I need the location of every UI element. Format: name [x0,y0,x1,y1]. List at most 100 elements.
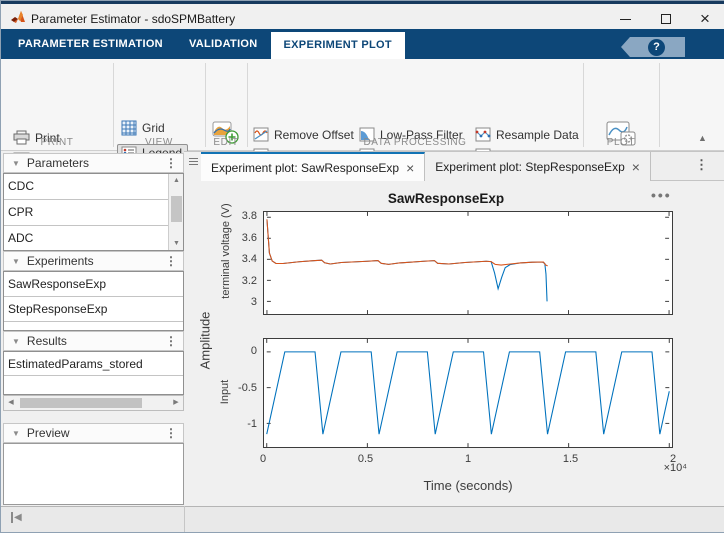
collapse-triangle-icon[interactable]: ▼ [12,337,20,346]
list-item[interactable]: EstimatedParams_stored [4,352,183,376]
parameters-header[interactable]: ▼ Parameters ⋮ [3,153,184,173]
scroll-down-icon[interactable]: ▼ [169,237,184,250]
scroll-up-icon[interactable]: ▲ [169,174,184,187]
y-tick-label: -0.5 [221,382,257,394]
list-item[interactable]: CPR [4,200,183,226]
tab-validation[interactable]: VALIDATION [176,29,271,59]
list-item-empty [4,376,183,395]
app-window: Parameter Estimator - sdoSPMBattery × PA… [0,0,724,533]
results-header[interactable]: ▼ Results ⋮ [3,331,184,351]
collapse-triangle-icon[interactable]: ▼ [12,159,20,168]
x-tick-label: 0 [243,453,283,465]
doc-tab-stepresponseexp[interactable]: Experiment plot: StepResponseExp × [425,152,651,182]
y-tick-label: 0 [221,345,257,357]
xlabel: Time (seconds) [368,478,568,493]
data-processing-section-label: DATA PROCESSING [247,137,583,148]
results-title: Results [27,334,67,348]
print-section-label: PRINT [1,137,113,148]
list-item-empty [4,322,183,330]
collapse-ribbon-icon[interactable]: ▲ [698,133,707,143]
x-tick-label: 2 [653,453,693,465]
list-item[interactable]: ADC [4,226,183,252]
divider [583,63,584,147]
divider [247,63,248,147]
scroll-right-icon[interactable]: ▶ [169,396,183,410]
close-tab-icon[interactable]: × [406,162,414,174]
series-simulated [267,219,548,265]
x-tick-label: 1 [448,453,488,465]
scroll-left-icon[interactable]: ◀ [4,396,18,410]
list-item[interactable]: SawResponseExp [4,272,183,297]
collapse-triangle-icon[interactable]: ▼ [12,257,20,266]
maximize-button[interactable] [651,10,681,28]
tab-parameter-estimation[interactable]: PARAMETER ESTIMATION [5,29,176,59]
parameters-list: CDC CPR ADC ▲ ▼ [3,173,184,251]
ribbon-toolbar: Print Print To Figure PRINT Grid Legend … [1,59,724,151]
preview-header[interactable]: ▼ Preview ⋮ [3,423,184,443]
grid-label: Grid [142,121,165,135]
bottom-axes [263,338,673,448]
close-button[interactable]: × [690,10,720,28]
close-icon: × [700,9,710,29]
figure-options-button[interactable]: ••• [651,187,672,203]
experiments-title: Experiments [27,254,94,268]
collapse-browser-icon[interactable]: ◀ [11,512,22,523]
y-tick-label: 3 [221,296,257,308]
list-item[interactable]: CDC [4,174,183,200]
y-tick-label: 3.8 [221,210,257,222]
scrollbar-thumb[interactable] [20,398,142,408]
preview-box [3,443,184,505]
y-tick-label: 3.6 [221,232,257,244]
experiments-header[interactable]: ▼ Experiments ⋮ [3,251,184,271]
kebab-menu-icon[interactable]: ⋮ [165,156,177,170]
status-bar [1,506,724,532]
plot-section-label: PLOT [583,137,659,148]
tab-experiment-plot[interactable]: EXPERIMENT PLOT [271,32,405,59]
help-badge: ? [621,37,685,57]
figure-title: SawResponseExp [336,191,556,206]
y-tick-label: -1 [221,418,257,430]
view-section-label: VIEW [113,137,205,148]
document-tab-bar: Experiment plot: SawResponseExp × Experi… [201,151,724,181]
minimize-button[interactable] [610,10,640,28]
doc-tab-sawresponseexp[interactable]: Experiment plot: SawResponseExp × [201,152,425,182]
grid-button[interactable]: Grid [121,120,165,136]
edit-section-label: EDIT [205,137,247,148]
top-axes [263,211,673,315]
shared-ylabel: Amplitude [198,291,213,391]
experiment-plot-figure: SawResponseExp ••• Amplitude terminal vo… [201,181,724,506]
horizontal-scrollbar[interactable]: ◀ ▶ [3,395,184,411]
title-bar: Parameter Estimator - sdoSPMBattery × [1,4,724,29]
y-tick-label: 3.4 [221,253,257,265]
scrollbar-thumb[interactable] [171,196,182,222]
collapse-triangle-icon[interactable]: ▼ [12,429,20,438]
kebab-menu-icon[interactable]: ⋮ [165,254,177,268]
window-title: Parameter Estimator - sdoSPMBattery [31,12,235,26]
divider [205,63,206,147]
grid-icon [121,120,137,136]
series-measured [267,219,547,301]
maximize-icon [661,14,671,24]
parameters-title: Parameters [27,156,89,170]
tab-overflow-menu-icon[interactable]: ⋮ [695,157,708,173]
x-tick-label: 0.5 [346,453,386,465]
experiments-list: SawResponseExp StepResponseExp [3,271,184,331]
series-input [267,352,670,434]
help-button[interactable]: ? [648,39,665,56]
results-list: EstimatedParams_stored [3,351,184,395]
list-item[interactable]: StepResponseExp [4,297,183,322]
minimize-icon [620,19,631,20]
y-tick-label: 3.2 [221,275,257,287]
divider [184,506,185,532]
ribbon-tab-strip: PARAMETER ESTIMATION VALIDATION EXPERIME… [1,29,724,59]
divider [113,63,114,147]
preview-title: Preview [27,426,70,440]
kebab-menu-icon[interactable]: ⋮ [165,334,177,348]
vertical-scrollbar[interactable]: ▲ ▼ [168,174,183,250]
doc-tab-label: Experiment plot: StepResponseExp [435,160,624,174]
kebab-menu-icon[interactable]: ⋮ [165,426,177,440]
close-tab-icon[interactable]: × [632,161,640,173]
panel-menu-icon[interactable] [189,158,198,167]
x-tick-label: 1.5 [551,453,591,465]
divider [659,63,660,147]
